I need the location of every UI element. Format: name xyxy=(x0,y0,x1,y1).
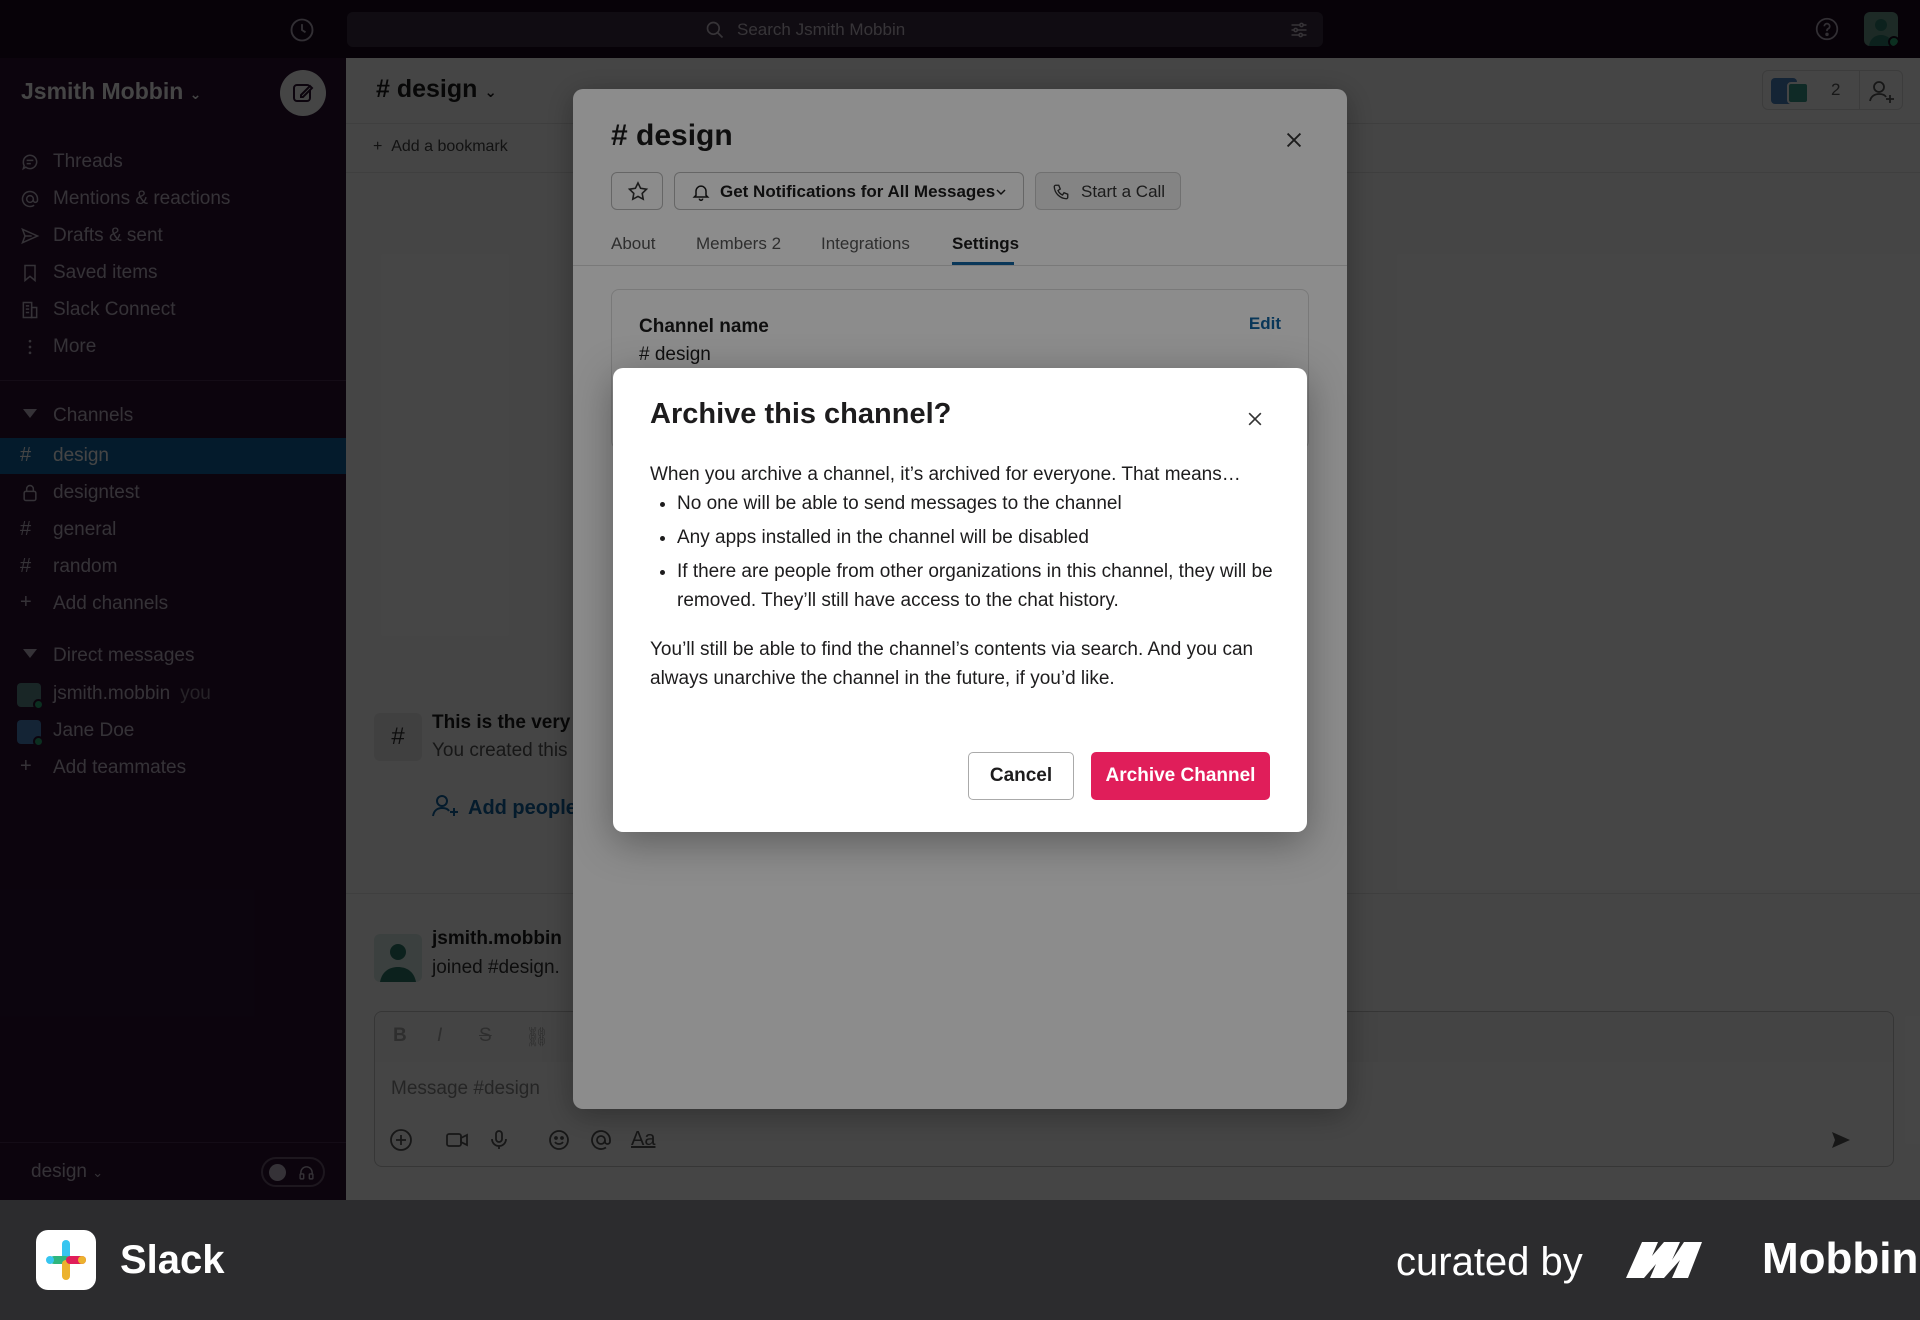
slack-logo-icon xyxy=(36,1230,96,1290)
modal-intro: When you archive a channel, it’s archive… xyxy=(650,464,1241,485)
list-item: If there are people from other organizat… xyxy=(677,557,1280,615)
consequences-list: No one will be able to send messages to … xyxy=(650,489,1280,615)
modal-body: When you archive a channel, it’s archive… xyxy=(650,460,1280,693)
list-item: Any apps installed in the channel will b… xyxy=(677,523,1280,552)
archive-channel-button[interactable]: Archive Channel xyxy=(1091,752,1270,800)
archive-channel-modal: Archive this channel? When you archive a… xyxy=(613,368,1307,832)
modal-outro: You’ll still be able to find the channel… xyxy=(650,639,1254,689)
brand-name: Mobbin xyxy=(1762,1234,1919,1283)
modal-title: Archive this channel? xyxy=(650,398,952,430)
cancel-button[interactable]: Cancel xyxy=(968,752,1074,800)
curated-by-label: curated by xyxy=(1396,1240,1583,1284)
mobbin-logo-icon xyxy=(1626,1238,1716,1282)
slack-app-window: Search Jsmith Mobbin Jsmith Mobbin ⌄ Thr… xyxy=(0,0,1920,1200)
close-icon[interactable] xyxy=(1245,409,1265,429)
app-name: Slack xyxy=(120,1238,225,1282)
list-item: No one will be able to send messages to … xyxy=(677,489,1280,518)
branding-footer: Slack curated by Mobbin xyxy=(0,1200,1920,1320)
